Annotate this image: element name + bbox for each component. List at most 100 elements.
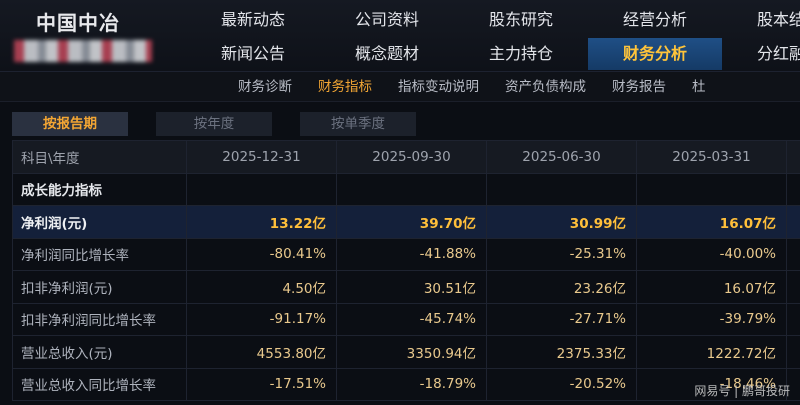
value-cell: 16.07亿 — [636, 270, 787, 304]
overflow-cell — [786, 237, 800, 271]
subnav-item[interactable]: 资产负债构成 — [493, 72, 598, 102]
value: -45.74% — [419, 311, 476, 328]
value: -25.31% — [569, 246, 626, 263]
value-cell: 1222.72亿 — [636, 335, 787, 369]
company-name: 中国中冶 — [36, 11, 120, 35]
table-row: 扣非净利润同比增长率 -91.17% -45.74% -27.71% -39.79% — [12, 302, 800, 336]
table-row: 净利润同比增长率 -80.41% -41.88% -25.31% -40.00% — [12, 237, 800, 271]
unit: 亿 — [762, 345, 777, 362]
value-cell — [486, 172, 637, 206]
subnav-item[interactable]: 财务诊断 — [226, 72, 304, 102]
header-period-cell — [786, 140, 800, 174]
report-period-tabs: 按报告期 按年度 按单季度 — [12, 112, 444, 136]
value: 3350.94 — [406, 345, 463, 362]
subnav-item[interactable]: 财务指标 — [306, 72, 384, 102]
value-cell — [186, 172, 337, 206]
subnav-item[interactable]: 杜 — [680, 72, 718, 102]
unit: 亿 — [462, 345, 477, 362]
row-label: 扣非净利润同比增长率 — [12, 302, 187, 336]
header-period-cell: 2025-06-30 — [486, 140, 637, 174]
unit: 亿 — [762, 215, 777, 232]
nav-item[interactable]: 经营分析 — [588, 4, 722, 36]
nav-row-2: 新闻公告概念题材主力持仓财务分析分红融资 — [186, 38, 800, 70]
row-label: 营业总收入同比增长率 — [12, 367, 187, 401]
value-cell: 16.07亿 — [636, 205, 787, 239]
value: -91.17% — [269, 311, 326, 328]
table-row: 净利润(元) 13.22亿 39.70亿 30.99亿 16.07亿 — [12, 205, 800, 239]
value: 30.51 — [423, 280, 463, 297]
value-cell: -20.52% — [486, 367, 637, 401]
tab-2[interactable]: 按单季度 — [300, 112, 416, 136]
nav-item[interactable]: 公司资料 — [320, 4, 454, 36]
value: -17.51% — [269, 376, 326, 393]
header-period-cell: 2025-03-31 — [636, 140, 787, 174]
header-label-cell: 科目\年度 — [12, 140, 187, 174]
unit: 亿 — [612, 345, 627, 362]
value-cell: 39.70亿 — [336, 205, 487, 239]
value-cell: 3350.94亿 — [336, 335, 487, 369]
subnav-item[interactable]: 指标变动说明 — [386, 72, 491, 102]
value-cell — [336, 172, 487, 206]
header: 中国中冶 最新动态公司资料股东研究经营分析股本结构 新闻公告概念题材主力持仓财务… — [0, 0, 800, 72]
overflow-cell — [786, 205, 800, 239]
value: -20.52% — [569, 376, 626, 393]
row-label: 营业总收入(元) — [12, 335, 187, 369]
overflow-cell — [786, 270, 800, 304]
unit: 亿 — [762, 280, 777, 297]
nav-item[interactable]: 财务分析 — [588, 38, 722, 70]
table-row: 营业总收入(元) 4553.80亿 3350.94亿 2375.33亿 1222.72亿 — [12, 335, 800, 369]
value: -40.00% — [719, 246, 776, 263]
unit: 亿 — [462, 215, 477, 232]
value: -39.79% — [719, 311, 776, 328]
value-cell: 4.50亿 — [186, 270, 337, 304]
value: 1222.72 — [706, 345, 763, 362]
unit: 亿 — [312, 215, 327, 232]
tab-0[interactable]: 按报告期 — [12, 112, 128, 136]
value-cell: -40.00% — [636, 237, 787, 271]
nav-row-1: 最新动态公司资料股东研究经营分析股本结构 — [186, 4, 800, 36]
overflow-cell — [786, 302, 800, 336]
value: 23.26 — [573, 280, 613, 297]
overflow-cell — [786, 172, 800, 206]
nav-item[interactable]: 股东研究 — [454, 4, 588, 36]
table-row: 成长能力指标 — [12, 172, 800, 206]
value: 4553.80 — [256, 345, 313, 362]
value-cell: 30.99亿 — [486, 205, 637, 239]
nav-item[interactable]: 分红融资 — [722, 38, 800, 70]
nav-item[interactable]: 新闻公告 — [186, 38, 320, 70]
value-cell: -39.79% — [636, 302, 787, 336]
subnav-item[interactable]: 财务报告 — [600, 72, 678, 102]
nav-item[interactable]: 最新动态 — [186, 4, 320, 36]
value-cell: -91.17% — [186, 302, 337, 336]
value: -27.71% — [569, 311, 626, 328]
nav-item[interactable]: 股本结构 — [722, 4, 800, 36]
value-cell: 23.26亿 — [486, 270, 637, 304]
value-cell: -41.88% — [336, 237, 487, 271]
nav-item[interactable]: 主力持仓 — [454, 38, 588, 70]
table-row: 营业总收入同比增长率 -17.51% -18.79% -20.52% -18.46% — [12, 367, 800, 401]
value: 30.99 — [569, 215, 613, 232]
value: 4.50 — [282, 280, 313, 297]
value: -18.79% — [419, 376, 476, 393]
tab-1[interactable]: 按年度 — [156, 112, 272, 136]
unit: 亿 — [612, 215, 627, 232]
value: -41.88% — [419, 246, 476, 263]
overflow-cell — [786, 335, 800, 369]
row-label: 扣非净利润(元) — [12, 270, 187, 304]
value-cell: 2375.33亿 — [486, 335, 637, 369]
value-cell: 30.51亿 — [336, 270, 487, 304]
row-label: 净利润同比增长率 — [12, 237, 187, 271]
value-cell: -18.79% — [336, 367, 487, 401]
table-header-row: 科目\年度 2025-12-31 2025-09-30 2025-06-30 2025-… — [12, 140, 800, 174]
sub-navigation: 财务诊断 财务指标 指标变动说明 资产负债构成 财务报告杜 — [0, 72, 800, 102]
nav-item[interactable]: 概念题材 — [320, 38, 454, 70]
value-cell: -45.74% — [336, 302, 487, 336]
value-cell: -17.51% — [186, 367, 337, 401]
unit: 亿 — [462, 280, 477, 297]
value: 16.07 — [723, 280, 763, 297]
financial-indicators-table-container: 科目\年度 2025-12-31 2025-09-30 2025-06-30 2025-… — [12, 140, 800, 405]
value-cell — [636, 172, 787, 206]
financial-indicators-table: 科目\年度 2025-12-31 2025-09-30 2025-06-30 2025-… — [12, 140, 800, 401]
unit: 亿 — [312, 345, 327, 362]
table-row: 扣非净利润(元) 4.50亿 30.51亿 23.26亿 16.07亿 — [12, 270, 800, 304]
